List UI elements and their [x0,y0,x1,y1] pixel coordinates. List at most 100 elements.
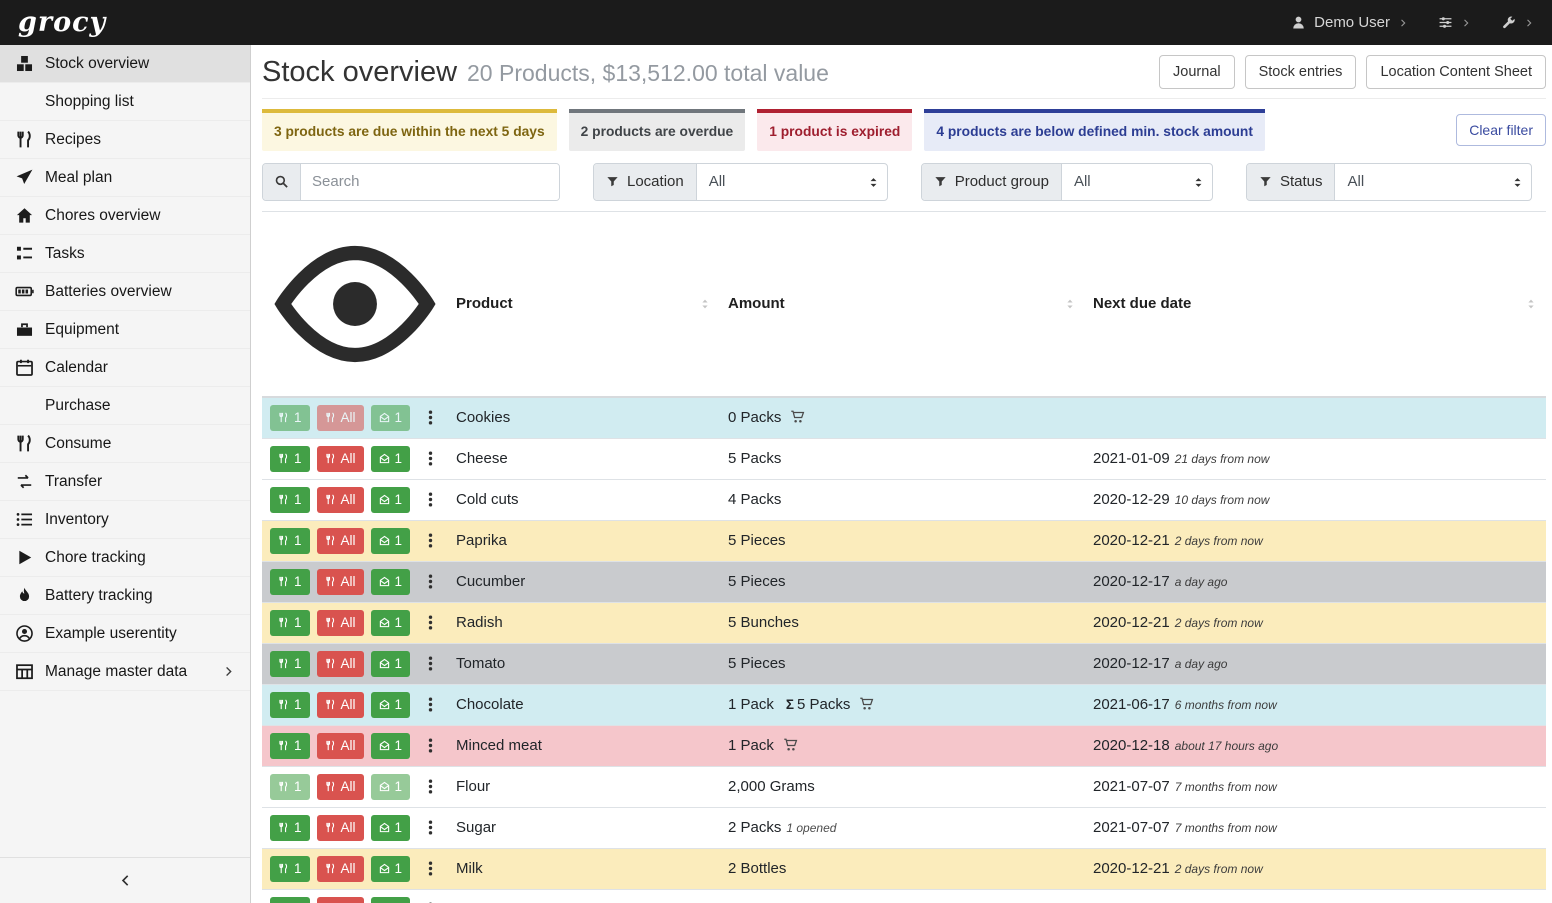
row-menu-button[interactable] [419,696,442,713]
product-name[interactable]: Milk [448,848,720,889]
user-menu[interactable]: Demo User [1291,14,1408,31]
consume-all-button[interactable]: All [317,815,364,841]
consume-one-button[interactable]: 1 [270,528,310,554]
row-menu-button[interactable] [419,778,442,795]
consume-one-button[interactable]: 1 [270,774,310,800]
sidebar-item-purchase[interactable]: Purchase [0,387,250,425]
row-menu-button[interactable] [419,573,442,590]
open-one-button[interactable]: 1 [371,405,411,431]
due-date-column-header[interactable]: Next due date [1085,211,1546,397]
sidebar-item-shopping-list[interactable]: Shopping list [0,83,250,121]
admin-menu[interactable] [1501,15,1534,30]
sidebar-item-tasks[interactable]: Tasks [0,235,250,273]
app-logo[interactable]: grocy [18,7,106,38]
open-one-button[interactable]: 1 [371,651,411,677]
consume-one-button[interactable]: 1 [270,446,310,472]
consume-all-button[interactable]: All [317,528,364,554]
consume-one-button[interactable]: 1 [270,405,310,431]
clear-filter-button[interactable]: Clear filter [1456,114,1546,146]
sort-icon[interactable] [1524,297,1538,311]
row-menu-button[interactable] [419,409,442,426]
product-name[interactable]: Radish [448,602,720,643]
open-one-button[interactable]: 1 [371,446,411,472]
settings-menu[interactable] [1438,15,1471,30]
product-name[interactable]: Minced meat [448,725,720,766]
consume-one-button[interactable]: 1 [270,733,310,759]
consume-all-button[interactable]: All [317,446,364,472]
open-one-button[interactable]: 1 [371,528,411,554]
location-content-sheet-button[interactable]: Location Content Sheet [1366,55,1546,89]
sidebar-item-calendar[interactable]: Calendar [0,349,250,387]
consume-one-button[interactable]: 1 [270,815,310,841]
row-menu-button[interactable] [419,860,442,877]
row-menu-button[interactable] [419,491,442,508]
row-menu-button[interactable] [419,819,442,836]
consume-all-button[interactable]: All [317,774,364,800]
row-menu-button[interactable] [419,737,442,754]
shopping-cart-icon[interactable] [782,737,799,752]
sidebar-item-transfer[interactable]: Transfer [0,463,250,501]
consume-all-button[interactable]: All [317,856,364,882]
open-one-button[interactable]: 1 [371,774,411,800]
consume-one-button[interactable]: 1 [270,487,310,513]
sidebar-item-consume[interactable]: Consume [0,425,250,463]
consume-one-button[interactable]: 1 [270,692,310,718]
product-name[interactable]: Cookies [448,397,720,439]
product-column-header[interactable]: Product [448,211,720,397]
product-name[interactable]: Cucumber [448,561,720,602]
status-select[interactable]: All [1335,164,1531,200]
sidebar-item-example-userentity[interactable]: Example userentity [0,615,250,653]
shopping-cart-icon[interactable] [789,409,806,424]
consume-all-button[interactable]: All [317,651,364,677]
eye-icon[interactable] [270,219,440,389]
product-name[interactable]: Tomato [448,643,720,684]
consume-all-button[interactable]: All [317,487,364,513]
sidebar-item-chore-tracking[interactable]: Chore tracking [0,539,250,577]
product-name[interactable]: Sugar [448,807,720,848]
sidebar-item-battery-tracking[interactable]: Battery tracking [0,577,250,615]
sidebar-item-equipment[interactable]: Equipment [0,311,250,349]
shopping-cart-icon[interactable] [858,696,875,711]
consume-all-button[interactable]: All [317,692,364,718]
product-group-select[interactable]: All [1062,164,1212,200]
consume-all-button[interactable]: All [317,897,364,903]
open-one-button[interactable]: 1 [371,487,411,513]
consume-all-button[interactable]: All [317,569,364,595]
open-one-button[interactable]: 1 [371,815,411,841]
stock-entries-button[interactable]: Stock entries [1245,55,1357,89]
consume-one-button[interactable]: 1 [270,651,310,677]
sort-icon[interactable] [1063,297,1077,311]
product-name[interactable]: Paprika [448,520,720,561]
row-menu-button[interactable] [419,532,442,549]
location-select[interactable]: All [697,164,887,200]
sidebar-item-manage-master-data[interactable]: Manage master data [0,653,250,691]
row-menu-button[interactable] [419,614,442,631]
sidebar-item-batteries-overview[interactable]: Batteries overview [0,273,250,311]
product-name[interactable]: Cold cuts [448,479,720,520]
sidebar-item-inventory[interactable]: Inventory [0,501,250,539]
amount-column-header[interactable]: Amount [720,211,1085,397]
open-one-button[interactable]: 1 [371,856,411,882]
row-menu-button[interactable] [419,450,442,467]
open-one-button[interactable]: 1 [371,610,411,636]
search-input[interactable] [301,164,559,200]
sidebar-item-meal-plan[interactable]: Meal plan [0,159,250,197]
product-name[interactable]: Flour [448,766,720,807]
sidebar-item-stock-overview[interactable]: Stock overview [0,45,250,83]
product-name[interactable]: Chocolate [448,684,720,725]
consume-one-button[interactable]: 1 [270,856,310,882]
open-one-button[interactable]: 1 [371,897,411,903]
sidebar-item-recipes[interactable]: Recipes [0,121,250,159]
consume-all-button[interactable]: All [317,610,364,636]
consume-one-button[interactable]: 1 [270,569,310,595]
consume-one-button[interactable]: 1 [270,897,310,903]
product-name[interactable]: Cheese [448,438,720,479]
sidebar-collapse-button[interactable] [0,857,250,903]
consume-all-button[interactable]: All [317,733,364,759]
sort-icon[interactable] [698,297,712,311]
open-one-button[interactable]: 1 [371,569,411,595]
sidebar-item-chores-overview[interactable]: Chores overview [0,197,250,235]
row-menu-button[interactable] [419,655,442,672]
consume-all-button[interactable]: All [317,405,364,431]
open-one-button[interactable]: 1 [371,692,411,718]
